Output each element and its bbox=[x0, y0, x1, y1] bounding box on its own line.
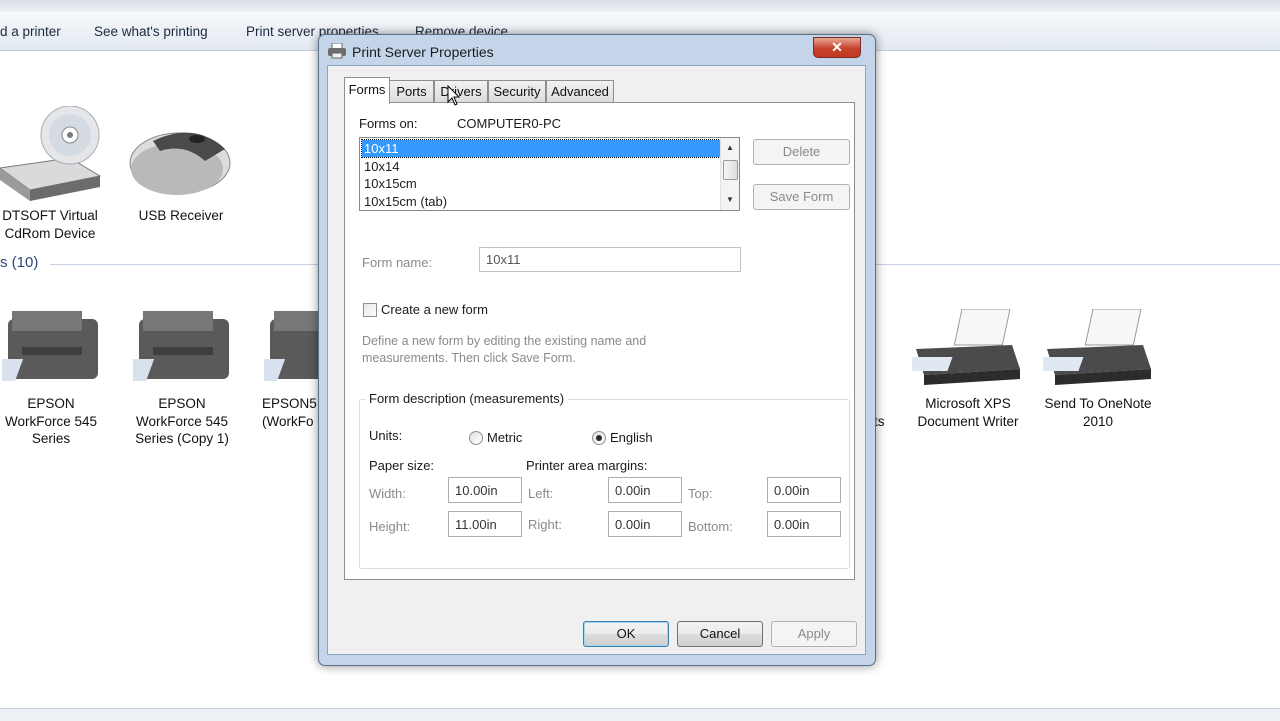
forms-tab-panel: Forms on: COMPUTER0-PC 10x11 10x14 10x15… bbox=[344, 102, 855, 580]
bottom-margin-input[interactable]: 0.00in bbox=[767, 511, 841, 537]
create-new-form-checkbox[interactable] bbox=[363, 303, 377, 317]
form-description-group-label: Form description (measurements) bbox=[365, 391, 569, 406]
metric-radio-label[interactable]: Metric bbox=[487, 430, 522, 445]
tab-ports[interactable]: Ports bbox=[389, 80, 434, 102]
section-divider bbox=[50, 264, 318, 265]
bottom-margin-label: Bottom: bbox=[688, 519, 733, 534]
mouse-icon[interactable] bbox=[125, 121, 235, 207]
top-margin-input[interactable]: 0.00in bbox=[767, 477, 841, 503]
section-divider-right bbox=[874, 264, 1280, 265]
width-label: Width: bbox=[369, 486, 406, 501]
delete-button[interactable]: Delete bbox=[753, 139, 850, 165]
printer-icon[interactable] bbox=[907, 308, 1020, 391]
left-margin-label: Left: bbox=[528, 486, 554, 501]
forms-listbox[interactable]: 10x11 10x14 10x15cm 10x15cm (tab) ▲ ▼ bbox=[359, 137, 740, 211]
printer-label-epson5: EPSON5 (WorkFo bbox=[262, 396, 317, 429]
window-bottom-edge bbox=[0, 708, 1280, 721]
forms-list-scrollbar[interactable]: ▲ ▼ bbox=[720, 138, 739, 210]
mouse-cursor-icon bbox=[447, 84, 461, 107]
device-label-cdrom: DTSOFT Virtual CdRom Device bbox=[2, 208, 98, 241]
cd-drive-icon[interactable] bbox=[0, 105, 110, 206]
tab-forms[interactable]: Forms bbox=[344, 77, 390, 104]
units-label: Units: bbox=[369, 428, 403, 443]
top-margin-label: Top: bbox=[688, 486, 713, 501]
english-radio[interactable] bbox=[592, 431, 606, 445]
ok-button[interactable]: OK bbox=[583, 621, 669, 647]
list-item[interactable]: 10x15cm bbox=[362, 175, 720, 192]
printer-label-epson-545: EPSON WorkForce 545 Series bbox=[4, 396, 98, 446]
printer-title-icon bbox=[328, 42, 346, 59]
form-name-label: Form name: bbox=[362, 255, 433, 270]
list-item[interactable]: 10x15cm (tab) bbox=[362, 193, 720, 210]
radio-selected-dot bbox=[596, 435, 602, 441]
printer-icon[interactable] bbox=[106, 307, 229, 389]
right-margin-label: Right: bbox=[528, 517, 562, 532]
paper-size-label: Paper size: bbox=[369, 458, 435, 473]
printer-label-epson-545-copy: EPSON WorkForce 545 Series (Copy 1) bbox=[135, 396, 229, 446]
height-label: Height: bbox=[369, 519, 411, 534]
list-item-selected[interactable]: 10x11 bbox=[361, 139, 721, 158]
printer-area-margins-label: Printer area margins: bbox=[526, 458, 648, 473]
tab-security[interactable]: Security bbox=[488, 80, 546, 102]
scroll-up-arrow-icon[interactable]: ▲ bbox=[722, 140, 738, 156]
right-margin-input[interactable]: 0.00in bbox=[608, 511, 682, 537]
device-label-usb-receiver: USB Receiver bbox=[138, 208, 224, 223]
printer-icon[interactable] bbox=[0, 307, 98, 389]
scroll-thumb[interactable] bbox=[723, 160, 738, 180]
left-margin-input[interactable]: 0.00in bbox=[608, 477, 682, 503]
dialog-title: Print Server Properties bbox=[352, 44, 494, 60]
printer-icon[interactable] bbox=[1038, 308, 1151, 391]
dialog-client-area: Forms Ports Drivers Security Advanced Fo… bbox=[327, 65, 866, 655]
close-button[interactable]: ✕ bbox=[813, 37, 861, 58]
height-input[interactable]: 11.00in bbox=[448, 511, 522, 537]
printers-section-header[interactable]: s (10) bbox=[0, 254, 38, 271]
tab-advanced[interactable]: Advanced bbox=[546, 80, 614, 102]
printer-label-xps: Microsoft XPS Document Writer bbox=[917, 396, 1019, 429]
save-form-button[interactable]: Save Form bbox=[753, 184, 850, 210]
computer-name: COMPUTER0-PC bbox=[457, 116, 562, 131]
create-new-form-label[interactable]: Create a new form bbox=[381, 302, 488, 317]
list-item[interactable]: 10x14 bbox=[362, 158, 720, 175]
printer-label-partial: ts bbox=[874, 414, 885, 429]
cancel-button[interactable]: Cancel bbox=[677, 621, 763, 647]
metric-radio[interactable] bbox=[469, 431, 483, 445]
scroll-down-arrow-icon[interactable]: ▼ bbox=[722, 192, 738, 208]
form-name-input[interactable]: 10x11 bbox=[479, 247, 741, 272]
english-radio-label[interactable]: English bbox=[610, 430, 653, 445]
add-printer-command[interactable]: d a printer bbox=[0, 24, 61, 39]
create-form-help-text: Define a new form by editing the existin… bbox=[362, 334, 647, 365]
width-input[interactable]: 10.00in bbox=[448, 477, 522, 503]
print-server-properties-dialog: Print Server Properties ✕ Forms Ports Dr… bbox=[318, 34, 876, 666]
see-whats-printing-command[interactable]: See what's printing bbox=[94, 24, 208, 39]
printer-label-onenote: Send To OneNote 2010 bbox=[1044, 396, 1152, 429]
tab-drivers[interactable]: Drivers bbox=[434, 80, 488, 102]
printer-icon[interactable] bbox=[264, 307, 318, 389]
forms-on-label: Forms on: bbox=[359, 116, 418, 131]
apply-button[interactable]: Apply bbox=[771, 621, 857, 647]
